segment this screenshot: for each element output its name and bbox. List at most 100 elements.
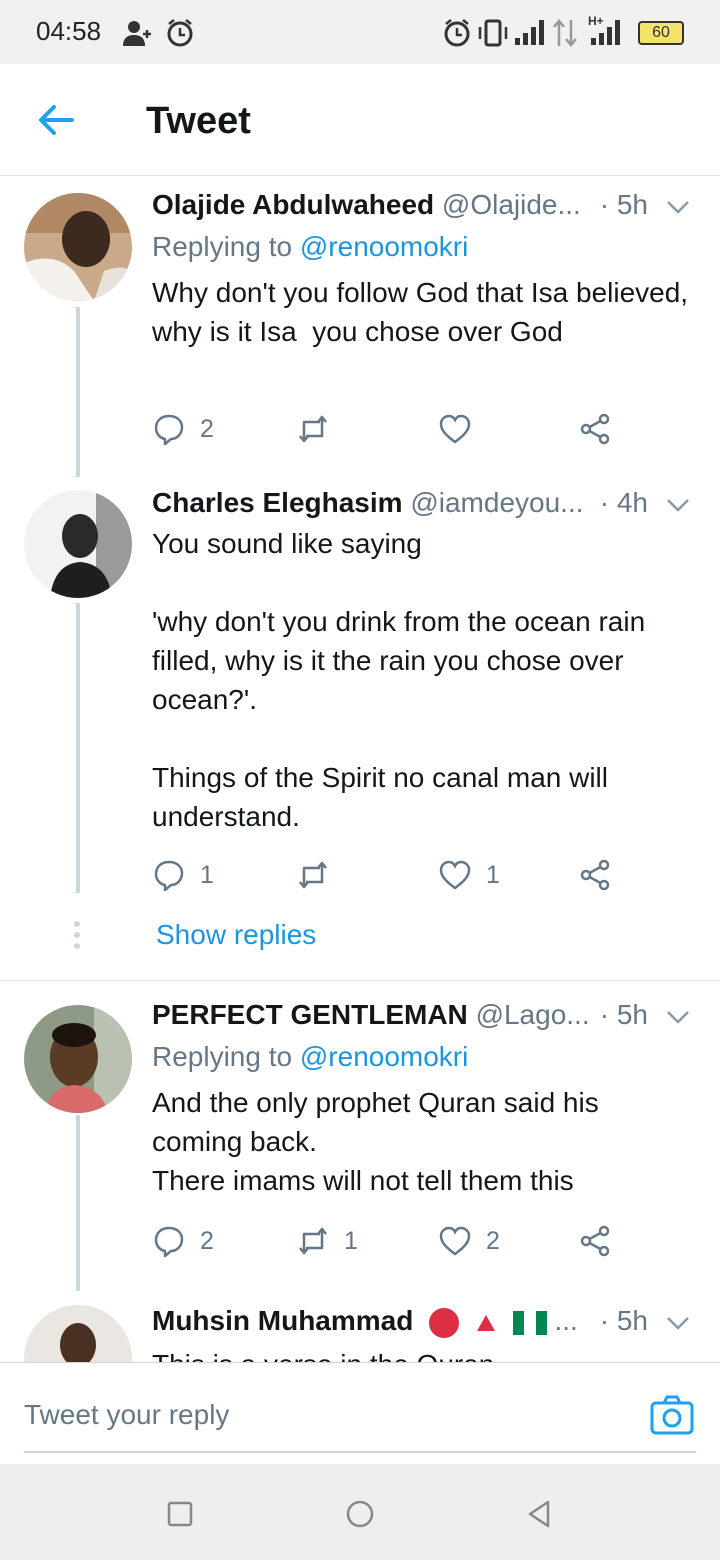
page-title: Tweet: [146, 100, 251, 142]
tweet-text: You sound like saying 'why don't you dri…: [152, 528, 646, 832]
mention-link[interactable]: @renoomokri: [300, 231, 468, 262]
share-icon: [580, 859, 610, 891]
like-count: 1: [486, 860, 500, 889]
battery-level: 60: [652, 24, 670, 41]
tweet-time: · 5h: [599, 999, 648, 1030]
retweet-icon: [299, 415, 327, 443]
tweet-item[interactable]: Olajide Abdulwaheed @Olajide... · 5h Rep…: [0, 177, 720, 477]
hplus-signal-icon: H+: [588, 14, 620, 45]
reply-count: 2: [200, 414, 214, 443]
recents-square-icon[interactable]: [162, 1496, 198, 1532]
tweet-actions: 2 1 2: [152, 1221, 632, 1261]
author-handle[interactable]: @iamdeyou...: [410, 487, 583, 518]
tweet-header: Charles Eleghasim @iamdeyou... · 4h: [152, 487, 708, 527]
tweet-header: Olajide Abdulwaheed @Olajide... · 5h: [152, 189, 708, 229]
red-circle-emoji-icon: [429, 1307, 460, 1338]
replying-to: Replying to @renoomokri: [152, 231, 469, 262]
tweet-text: Why don't you follow God that Isa believ…: [152, 277, 696, 347]
red-triangle-emoji-icon: [476, 1314, 495, 1331]
svg-text:H+: H+: [588, 14, 604, 28]
avatar[interactable]: [24, 193, 132, 301]
name-ellipsis: ...: [554, 1305, 578, 1336]
like-button[interactable]: 2: [438, 1221, 500, 1261]
share-icon: [580, 413, 610, 445]
reply-button[interactable]: 1: [152, 855, 214, 895]
thread-line: [76, 307, 80, 477]
status-bar: 04:58 H+ 60: [0, 0, 720, 64]
person-add-icon: [123, 21, 151, 46]
reply-input[interactable]: Tweet your reply: [24, 1399, 229, 1431]
reply-count: 1: [200, 860, 214, 889]
reply-button[interactable]: 2: [152, 1221, 214, 1261]
alarm-icon-right: [444, 19, 470, 47]
back-triangle-icon[interactable]: [522, 1496, 558, 1532]
tweet-time: · 5h: [599, 189, 648, 220]
like-count: 2: [486, 1226, 500, 1255]
status-time: 04:58: [36, 16, 102, 46]
thread-dots: [74, 921, 82, 954]
share-button[interactable]: [578, 855, 612, 895]
author-name[interactable]: Charles Eleghasim: [152, 487, 403, 518]
reply-feed[interactable]: Olajide Abdulwaheed @Olajide... · 5h Rep…: [0, 177, 720, 1362]
avatar[interactable]: [24, 490, 132, 598]
camera-icon: [650, 1395, 694, 1435]
reply-icon: [154, 414, 184, 446]
author-name[interactable]: PERFECT GENTLEMAN: [152, 999, 468, 1030]
input-underline: [24, 1451, 696, 1453]
tweet-item[interactable]: PERFECT GENTLEMAN @Lago... · 5h Replying…: [0, 981, 720, 1291]
retweet-count: 1: [344, 1226, 358, 1255]
replying-to: Replying to @renoomokri: [152, 1041, 469, 1072]
reply-button[interactable]: 2: [152, 409, 214, 449]
tweet-item[interactable]: Charles Eleghasim @iamdeyou... · 4h You …: [0, 477, 720, 980]
battery-icon: 60: [638, 21, 684, 45]
data-arrows-icon: [553, 19, 577, 47]
retweet-icon: [299, 861, 327, 889]
retweet-icon: [299, 1227, 327, 1255]
heart-icon: [439, 1226, 471, 1256]
avatar[interactable]: [24, 1005, 132, 1113]
chevron-down-icon[interactable]: [664, 1003, 692, 1031]
chevron-down-icon[interactable]: [664, 1309, 692, 1337]
author-handle[interactable]: @Olajide...: [442, 189, 581, 220]
like-button[interactable]: [438, 409, 486, 449]
share-button[interactable]: [578, 1221, 612, 1261]
tweet-actions: 2: [152, 409, 632, 449]
tweet-time: · 5h: [599, 1305, 648, 1336]
app-header: Tweet: [0, 64, 720, 176]
like-button[interactable]: 1: [438, 855, 500, 895]
mention-link[interactable]: @renoomokri: [300, 1041, 468, 1072]
tweet-time: · 4h: [599, 487, 648, 518]
retweet-button[interactable]: [296, 409, 344, 449]
thread-line: [76, 603, 80, 893]
reply-composer: Tweet your reply: [0, 1362, 720, 1464]
camera-button[interactable]: [648, 1391, 696, 1439]
home-circle-icon[interactable]: [342, 1496, 378, 1532]
tweet-text: This is a verse in the Quran: [152, 1345, 692, 1362]
author-name[interactable]: Olajide Abdulwaheed: [152, 189, 434, 220]
system-nav-bar: [0, 1464, 720, 1560]
retweet-button[interactable]: [296, 855, 344, 895]
nigeria-flag-icon: [512, 1310, 547, 1335]
author-handle[interactable]: @Lago...: [476, 999, 590, 1030]
alarm-icon: [167, 19, 193, 47]
chevron-down-icon[interactable]: [664, 193, 692, 221]
signal-icon: [515, 20, 544, 45]
arrow-left-icon: [39, 105, 74, 135]
retweet-button[interactable]: 1: [296, 1221, 358, 1261]
back-button[interactable]: [30, 94, 82, 146]
reply-icon: [154, 1226, 184, 1258]
author-name[interactable]: Muhsin Muhammad: [152, 1305, 413, 1336]
reply-count: 2: [200, 1226, 214, 1255]
heart-icon: [439, 860, 471, 890]
tweet-actions: 1 1: [152, 855, 632, 895]
tweet-header: PERFECT GENTLEMAN @Lago... · 5h: [152, 999, 708, 1039]
heart-icon: [439, 414, 471, 444]
tweet-header: Muhsin Muhammad ... · 5h: [152, 1305, 708, 1345]
reply-icon: [154, 860, 184, 892]
avatar[interactable]: [24, 1305, 132, 1362]
tweet-item[interactable]: Muhsin Muhammad ... · 5h This is a verse…: [0, 1291, 720, 1362]
share-button[interactable]: [578, 409, 612, 449]
show-replies-link[interactable]: Show replies: [156, 919, 316, 951]
share-icon: [580, 1225, 610, 1257]
chevron-down-icon[interactable]: [664, 491, 692, 519]
